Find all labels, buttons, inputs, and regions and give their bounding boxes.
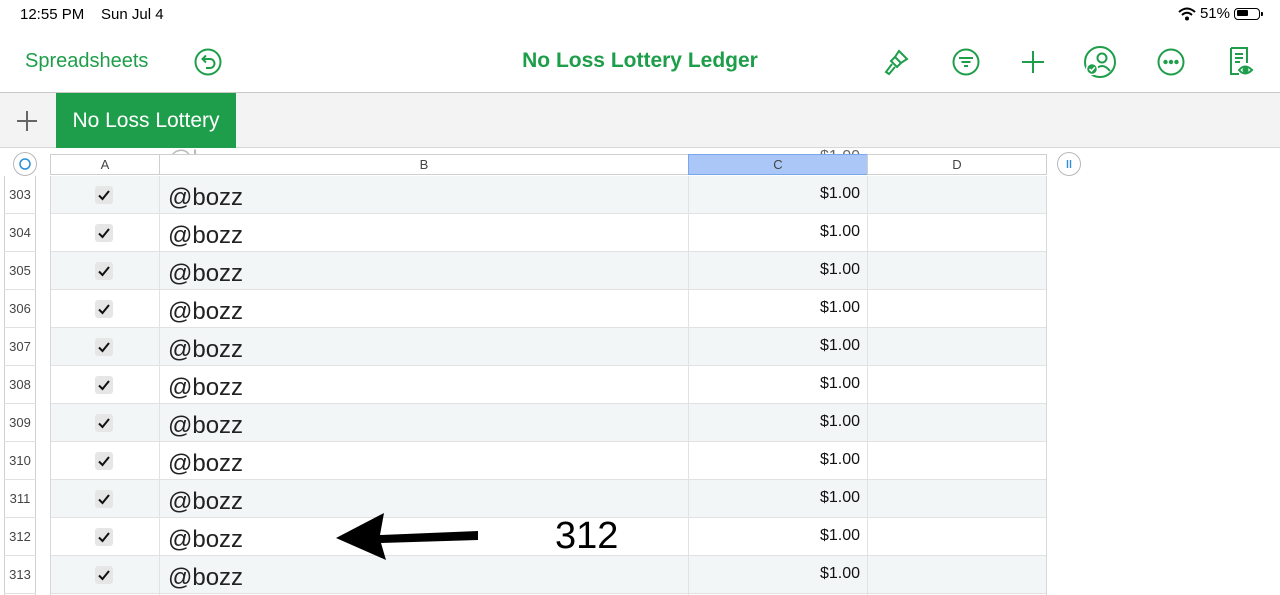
status-time: 12:55 PM	[20, 6, 85, 23]
row-number[interactable]: 311	[4, 480, 36, 518]
add-icon[interactable]	[1015, 44, 1051, 80]
cell-c[interactable]: $1.00	[700, 299, 860, 317]
checkmark-icon	[98, 380, 110, 391]
battery-percent: 51%	[1199, 5, 1230, 22]
row-number[interactable]: 312	[4, 518, 36, 556]
row-number[interactable]: 305	[4, 252, 36, 290]
cell-c[interactable]: $1.00	[700, 451, 860, 469]
checkmark-icon	[98, 342, 110, 353]
cell-c[interactable]: $1.00	[700, 413, 860, 431]
row-number[interactable]: 304	[4, 214, 36, 252]
row-checkbox[interactable]	[95, 528, 113, 546]
cell-b[interactable]: @bozz	[168, 260, 243, 288]
grid-line	[50, 176, 51, 595]
cell-b[interactable]: @bozz	[168, 564, 243, 592]
cell-b[interactable]: @bozz	[168, 412, 243, 440]
cell-c[interactable]: $1.00	[700, 489, 860, 507]
row-checkbox[interactable]	[95, 186, 113, 204]
row-checkbox[interactable]	[95, 452, 113, 470]
cell-b[interactable]: @bozz	[168, 222, 243, 250]
more-icon[interactable]	[1153, 44, 1189, 80]
cell-b[interactable]: @bozz	[168, 450, 243, 478]
filter-icon[interactable]	[948, 44, 984, 80]
view-document-icon[interactable]	[1222, 44, 1258, 80]
row-checkbox[interactable]	[95, 338, 113, 356]
cell-c[interactable]: $1.00	[700, 375, 860, 393]
sheet-tab-active[interactable]: No Loss Lottery	[56, 93, 236, 148]
column-header-c[interactable]: C	[688, 154, 868, 175]
checkmark-icon	[98, 418, 110, 429]
column-resize-handle[interactable]	[1057, 152, 1081, 176]
column-header-a[interactable]: A	[50, 154, 160, 175]
cell-b[interactable]: @bozz	[168, 374, 243, 402]
row-checkbox[interactable]	[95, 300, 113, 318]
grid-line	[688, 176, 689, 595]
format-brush-icon[interactable]	[878, 44, 914, 80]
checkmark-icon	[98, 494, 110, 505]
checkmark-icon	[98, 228, 110, 239]
grid-line	[1046, 176, 1047, 595]
cell-b[interactable]: @bozz	[168, 526, 243, 554]
column-header-b[interactable]: B	[159, 154, 689, 175]
row-number[interactable]: 303	[4, 176, 36, 214]
row-checkbox[interactable]	[95, 224, 113, 242]
grid-line	[159, 176, 160, 595]
row-checkbox[interactable]	[95, 566, 113, 584]
status-date: Sun Jul 4	[101, 6, 164, 23]
cell-c[interactable]: $1.00	[700, 185, 860, 203]
row-number[interactable]: 306	[4, 290, 36, 328]
cell-c[interactable]: $1.00	[700, 527, 860, 545]
row-number[interactable]: 308	[4, 366, 36, 404]
checkmark-icon	[98, 532, 110, 543]
cell-c[interactable]: $1.00	[700, 337, 860, 355]
cell-b[interactable]: @bozz	[168, 184, 243, 212]
cell-c[interactable]: $1.00	[700, 223, 860, 241]
row-number[interactable]: 313	[4, 556, 36, 594]
checkmark-icon	[98, 456, 110, 467]
battery-icon	[1234, 7, 1263, 20]
status-indicators: 51%	[1178, 5, 1263, 22]
wifi-icon	[1178, 7, 1196, 20]
row-checkbox[interactable]	[95, 376, 113, 394]
row-checkbox[interactable]	[95, 414, 113, 432]
checkmark-icon	[98, 266, 110, 277]
row-checkbox[interactable]	[95, 262, 113, 280]
row-number[interactable]: 310	[4, 442, 36, 480]
annotation-label: 312	[555, 515, 619, 557]
column-header-d[interactable]: D	[867, 154, 1047, 175]
cell-b[interactable]: @bozz	[168, 488, 243, 516]
row-number[interactable]: 309	[4, 404, 36, 442]
left-arrow-icon	[336, 513, 478, 560]
row-checkbox[interactable]	[95, 490, 113, 508]
grid-line	[867, 176, 868, 595]
row-number[interactable]: 307	[4, 328, 36, 366]
table-select-handle[interactable]	[13, 152, 37, 176]
plus-icon[interactable]	[12, 106, 42, 136]
cell-b[interactable]: @bozz	[168, 336, 243, 364]
cell-c[interactable]: $1.00	[700, 261, 860, 279]
checkmark-icon	[98, 570, 110, 581]
cell-b[interactable]: @bozz	[168, 298, 243, 326]
checkmark-icon	[98, 190, 110, 201]
checkmark-icon	[98, 304, 110, 315]
cell-c[interactable]: $1.00	[700, 565, 860, 583]
collaborate-icon[interactable]	[1082, 44, 1118, 80]
